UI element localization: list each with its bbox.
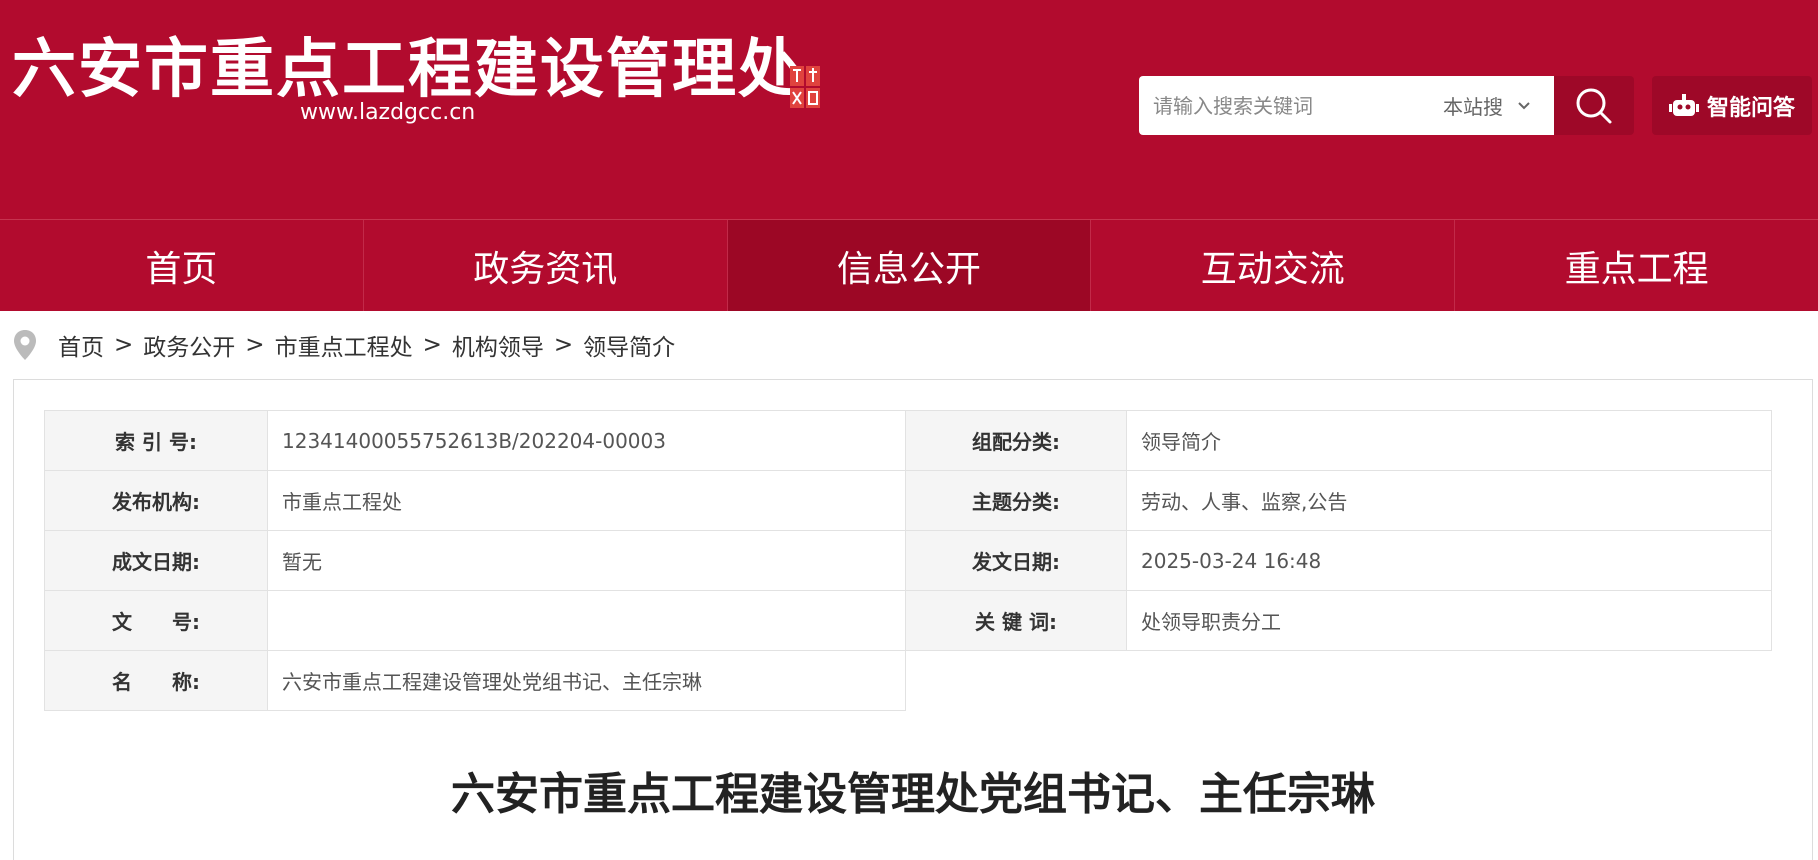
breadcrumb-separator: > — [114, 332, 134, 358]
breadcrumb-gov-affairs[interactable]: 政务公开 — [143, 328, 235, 362]
empty-cell — [906, 651, 1127, 711]
topic-label: 主题分类: — [905, 470, 1127, 531]
topic-value: 劳动、人事、监察,公告 — [1126, 470, 1772, 531]
name-value: 六安市重点工程建设管理处党组书记、主任宗琳 — [267, 650, 906, 711]
site-url: www.lazdgcc.cn — [300, 100, 476, 125]
table-row: 名 称: 六安市重点工程建设管理处党组书记、主任宗琳 — [44, 650, 1772, 711]
breadcrumb-current[interactable]: 领导简介 — [583, 328, 675, 362]
search-box: 本站搜 — [1139, 76, 1554, 135]
breadcrumb-separator: > — [422, 332, 442, 358]
robot-icon — [1668, 93, 1699, 116]
breadcrumb-home[interactable]: 首页 — [58, 328, 104, 362]
index-no-value: 12341400055752613B/202204-00003 — [267, 410, 906, 471]
ai-button-label: 智能问答 — [1706, 95, 1795, 121]
search-scope-select[interactable]: 本站搜 — [1443, 76, 1543, 135]
seal-logo-icon — [790, 66, 820, 108]
site-title[interactable]: 六安市重点工程建设管理处 — [12, 18, 804, 110]
written-date-label: 成文日期: — [44, 530, 268, 591]
publish-date-value: 2025-03-24 16:48 — [1126, 530, 1772, 591]
table-row: 成文日期: 暂无 发文日期: 2025-03-24 16:48 — [44, 530, 1772, 591]
breadcrumb-separator: > — [553, 332, 574, 358]
name-label: 名 称: — [44, 650, 268, 711]
nav-item-interaction[interactable]: 互动交流 — [1091, 220, 1456, 311]
chevron-down-icon — [1518, 101, 1530, 109]
breadcrumb-office[interactable]: 市重点工程处 — [275, 328, 413, 362]
table-row: 文 号: 关 键 词: 处领导职责分工 — [44, 590, 1772, 651]
doc-no-label: 文 号: — [44, 590, 268, 651]
written-date-value: 暂无 — [267, 530, 906, 591]
category-value: 领导简介 — [1126, 410, 1772, 471]
table-row: 索 引 号: 12341400055752613B/202204-00003 组… — [44, 410, 1772, 471]
article-title: 六安市重点工程建设管理处党组书记、主任宗琳 — [451, 769, 1375, 820]
main-nav: 首页 政务资讯 信息公开 互动交流 重点工程 — [0, 219, 1818, 311]
breadcrumb-separator: > — [245, 332, 265, 358]
empty-cell — [1127, 651, 1772, 711]
keywords-label: 关 键 词: — [905, 590, 1127, 651]
metadata-table: 索 引 号: 12341400055752613B/202204-00003 组… — [44, 410, 1772, 711]
search-button[interactable] — [1554, 76, 1634, 135]
category-label: 组配分类: — [905, 410, 1127, 471]
nav-item-key-projects[interactable]: 重点工程 — [1455, 220, 1818, 311]
nav-item-home[interactable]: 首页 — [0, 220, 364, 311]
publish-date-label: 发文日期: — [905, 530, 1127, 591]
ai-assistant-button[interactable]: 智能问答 — [1652, 76, 1812, 135]
content-panel: 索 引 号: 12341400055752613B/202204-00003 组… — [13, 379, 1813, 860]
search-scope-label: 本站搜 — [1443, 95, 1503, 119]
publisher-value: 市重点工程处 — [267, 470, 906, 531]
doc-no-value — [267, 590, 906, 651]
location-pin-icon — [14, 330, 36, 360]
search-input[interactable] — [1153, 76, 1413, 135]
index-no-label: 索 引 号: — [44, 410, 268, 471]
table-row: 发布机构: 市重点工程处 主题分类: 劳动、人事、监察,公告 — [44, 470, 1772, 531]
nav-item-info-disclosure[interactable]: 信息公开 — [727, 220, 1092, 311]
nav-item-news[interactable]: 政务资讯 — [364, 220, 728, 311]
keywords-value: 处领导职责分工 — [1126, 590, 1772, 651]
site-header: 六安市重点工程建设管理处 www.lazdgcc.cn 本站搜 — [0, 0, 1818, 219]
breadcrumb-leadership[interactable]: 机构领导 — [452, 328, 544, 362]
breadcrumb: 首页 > 政务公开 > 市重点工程处 > 机构领导 > 领导简介 — [0, 310, 1818, 380]
publisher-label: 发布机构: — [44, 470, 268, 531]
search-icon — [1576, 88, 1612, 123]
